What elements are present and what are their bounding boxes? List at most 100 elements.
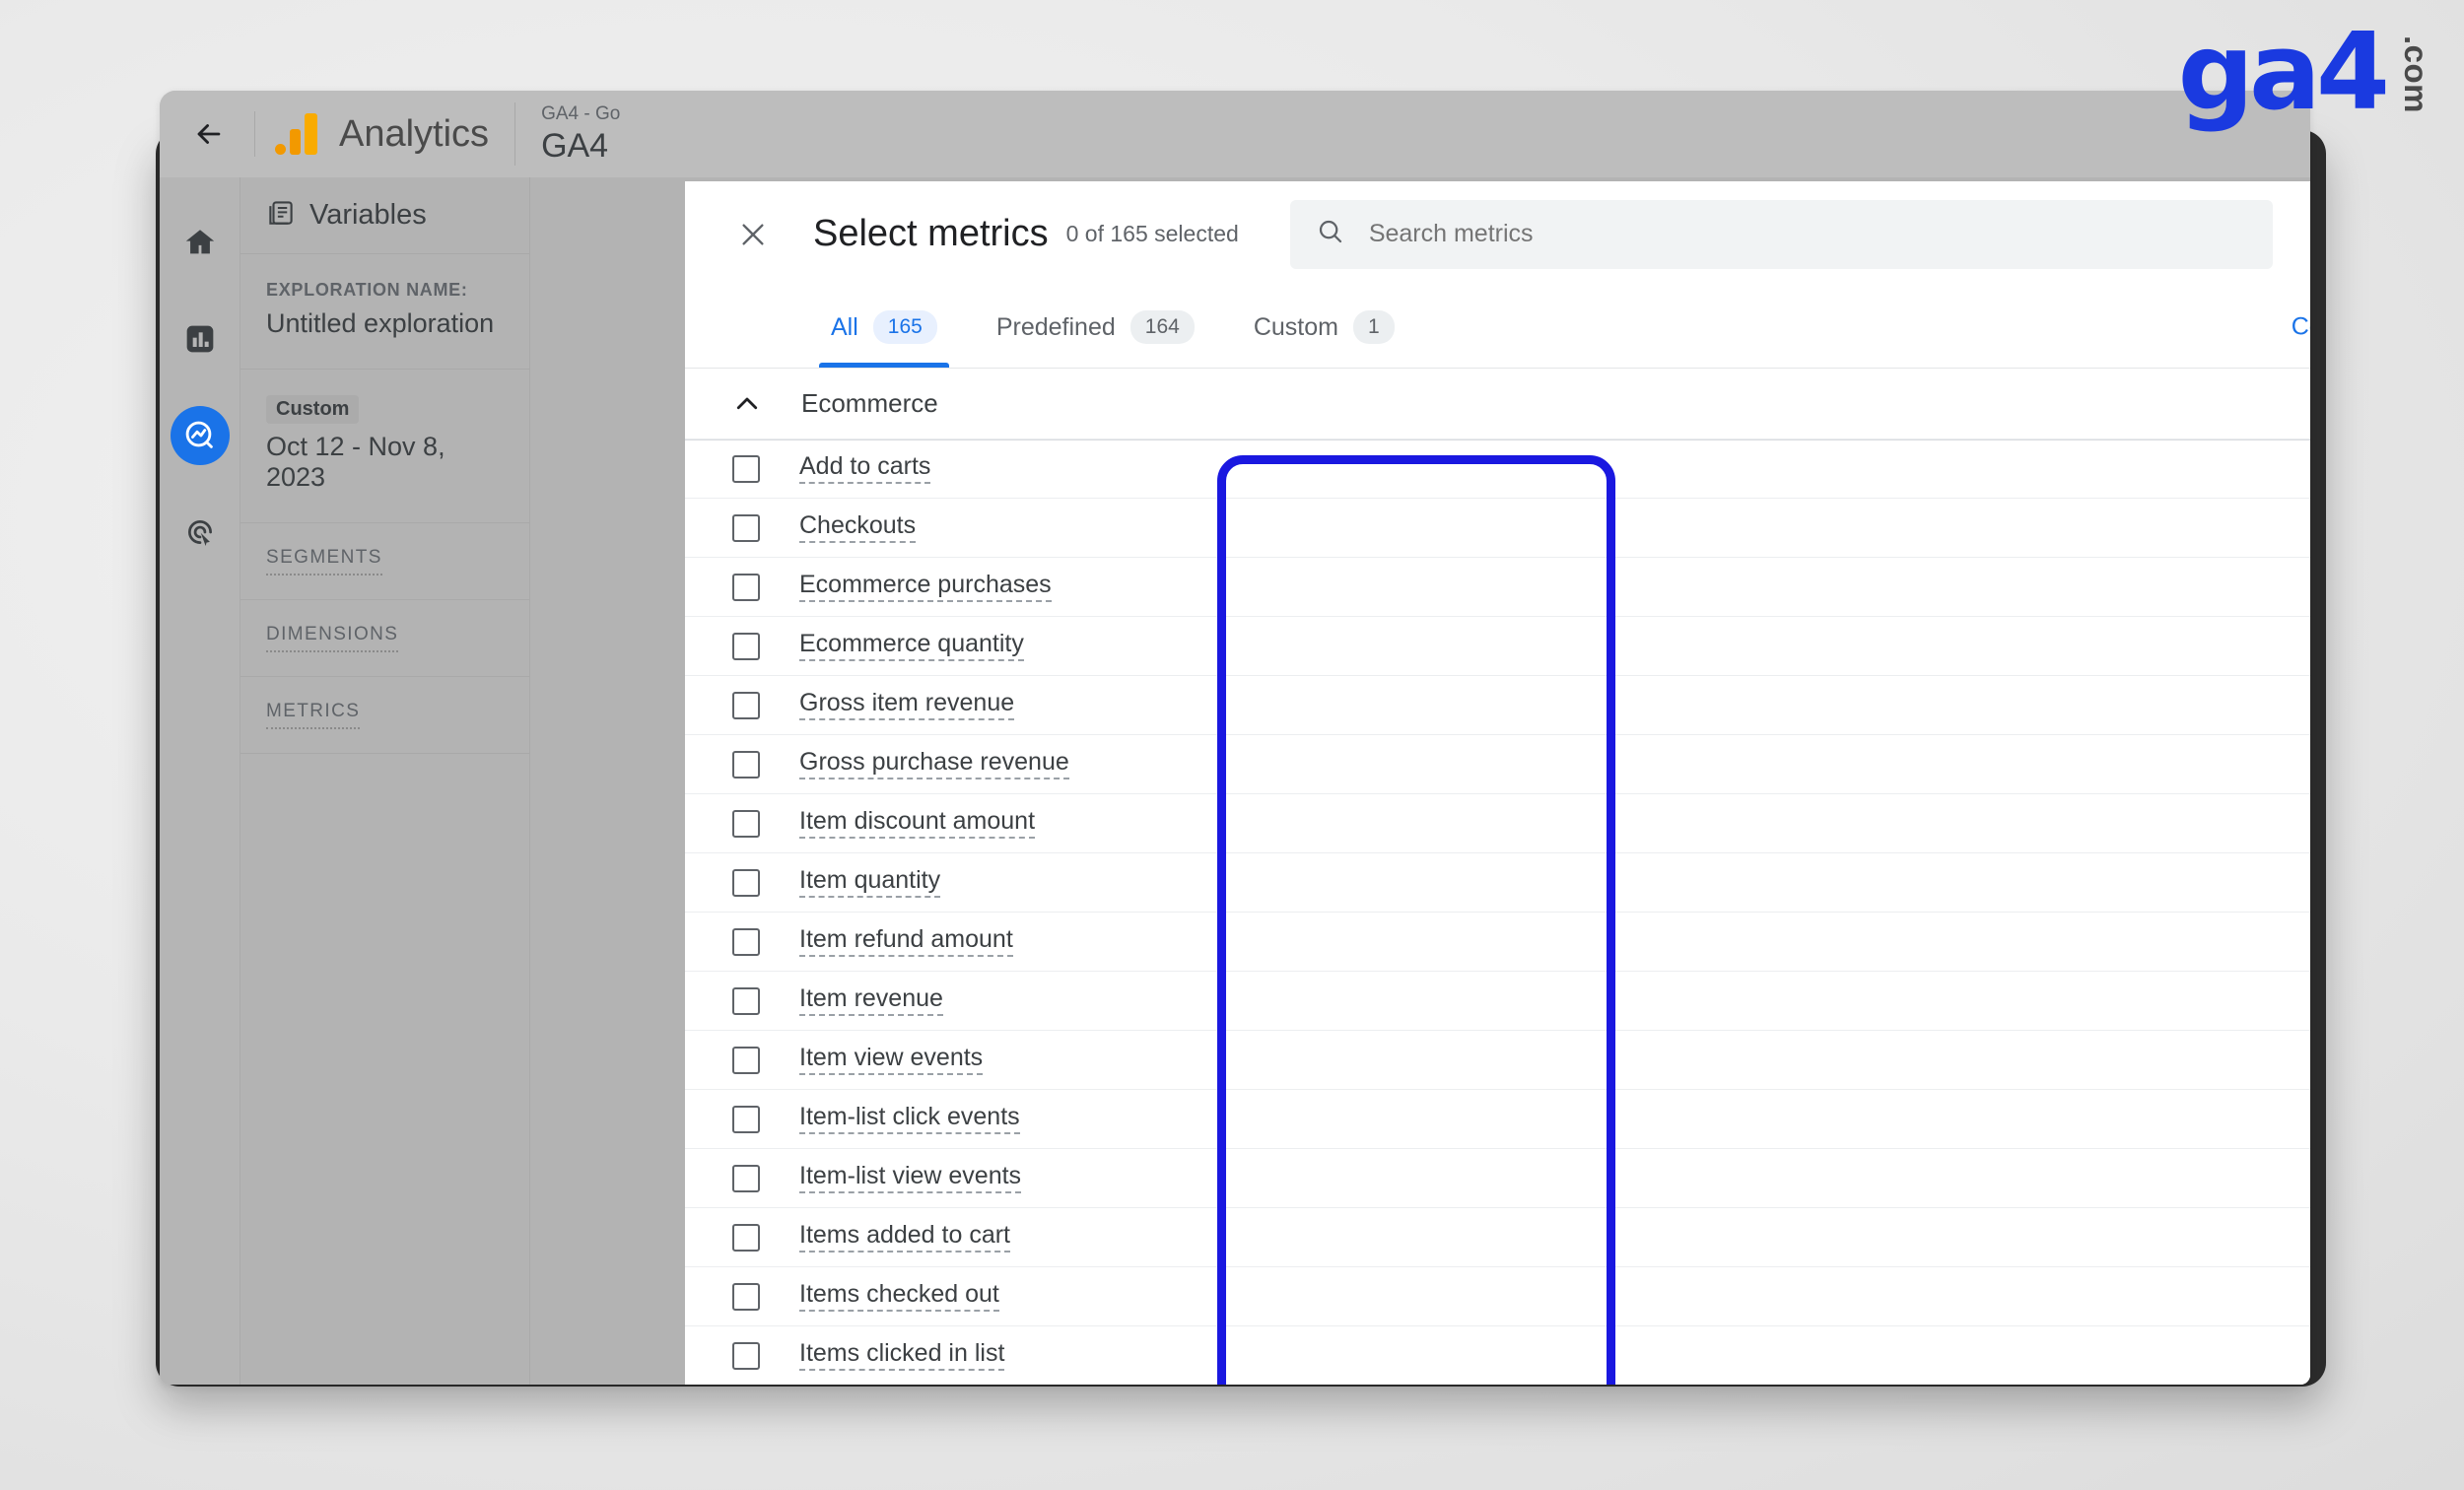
metric-label: Item-list view events [799,1163,1022,1194]
metric-row[interactable]: Item discount amount [685,794,2310,853]
tab-predefined-count: 164 [1129,309,1195,345]
segments-section[interactable]: SEGMENTS [240,523,529,600]
metric-label: Item quantity [799,867,941,899]
metric-label: Items clicked in list [799,1340,1005,1372]
property-selector[interactable]: GA4 - Go GA4 [514,102,620,166]
segments-label: SEGMENTS [266,547,382,576]
dialog-header: Select metrics 0 of 165 selected [685,181,2310,287]
dimensions-label: DIMENSIONS [266,624,399,652]
metric-label: Gross purchase revenue [799,749,1069,780]
metric-label: Ecommerce quantity [799,631,1024,662]
variables-icon [266,198,296,233]
tab-custom[interactable]: Custom 1 [1224,287,1424,368]
metric-row[interactable]: Item revenue [685,972,2310,1031]
metric-label: Add to carts [799,453,931,485]
logo-tld: .com [2398,35,2434,114]
dialog-title: Select metrics [813,213,1049,254]
metric-checkbox[interactable] [732,868,760,897]
collapse-all-link[interactable]: Collapse all [2292,313,2310,342]
metric-row[interactable]: Item quantity [685,853,2310,913]
metric-checkbox[interactable] [732,986,760,1015]
dimensions-section[interactable]: DIMENSIONS [240,600,529,677]
metric-checkbox[interactable] [732,1046,760,1074]
tab-predefined[interactable]: Predefined 164 [967,287,1224,368]
exploration-name-section[interactable]: EXPLORATION NAME: Untitled exploration [240,254,529,370]
app-title: Analytics [339,112,490,155]
google-analytics-logo [275,113,317,155]
variables-panel-label: Variables [309,199,427,231]
metrics-list: Ecommerce Add to carts Checkouts Ecommerce… [685,369,2310,1385]
tab-custom-label: Custom [1253,312,1338,341]
date-range-chip: Custom [266,395,360,424]
metric-row[interactable]: Add to carts [685,440,2310,499]
search-input[interactable] [1368,220,2247,248]
navigation-rail [160,177,240,1385]
metric-label: Item-list click events [799,1104,1020,1135]
group-header-ecommerce[interactable]: Ecommerce [685,369,2310,440]
metric-checkbox[interactable] [732,573,760,601]
close-icon[interactable] [722,204,784,265]
back-arrow-icon[interactable] [183,108,235,160]
metric-scope-tabs: All 165 Predefined 164 Custom 1 Collapse… [685,287,2310,369]
selection-count: 0 of 165 selected [1065,221,1239,246]
advertising-target-icon[interactable] [171,503,230,562]
tab-predefined-label: Predefined [995,312,1116,341]
metrics-section[interactable]: METRICS [240,677,529,754]
exploration-name-value: Untitled exploration [266,308,495,338]
metric-row[interactable]: Ecommerce purchases [685,558,2310,617]
metric-row[interactable]: Checkouts [685,499,2310,558]
metric-row[interactable]: Ecommerce quantity [685,617,2310,676]
metric-checkbox[interactable] [732,809,760,838]
group-label: Ecommerce [801,388,938,418]
logo-wordmark: ga4 [2177,11,2390,134]
date-range-value: Oct 12 - Nov 8, 2023 [266,432,445,492]
topbar-divider [254,111,255,157]
metric-checkbox[interactable] [732,1282,760,1311]
tab-all-label: All [831,312,858,341]
metric-row[interactable]: Items checked out [685,1267,2310,1326]
metric-rows: Add to carts Checkouts Ecommerce purchases… [685,440,2310,1385]
metric-label: Checkouts [799,512,917,544]
chevron-up-icon[interactable] [732,389,762,419]
app-topbar: Analytics GA4 - Go GA4 [160,91,2310,177]
metric-checkbox[interactable] [732,1105,760,1133]
metric-label: Item discount amount [799,808,1036,840]
reports-bar-chart-icon[interactable] [171,309,230,369]
search-icon [1316,217,1345,251]
metric-label: Ecommerce purchases [799,572,1052,603]
explore-icon[interactable] [170,406,230,465]
tab-all[interactable]: All 165 [801,287,967,368]
metric-row[interactable]: Item refund amount [685,913,2310,972]
property-label: GA4 - Go [541,103,621,125]
metric-checkbox[interactable] [732,1341,760,1370]
metric-checkbox[interactable] [732,454,760,483]
metric-row[interactable]: Items added to cart [685,1208,2310,1267]
date-range-section[interactable]: Custom Oct 12 - Nov 8, 2023 [240,370,529,523]
metric-checkbox[interactable] [732,750,760,779]
browser-window: Analytics GA4 - Go GA4 Variables EXPLORA… [160,91,2310,1385]
metric-checkbox[interactable] [732,1223,760,1252]
metric-row[interactable]: Item view events [685,1031,2310,1090]
tab-custom-count: 1 [1352,309,1395,345]
metric-checkbox[interactable] [732,691,760,719]
search-metrics-field[interactable] [1289,199,2273,269]
metric-row[interactable]: Gross purchase revenue [685,735,2310,794]
metric-row[interactable]: Gross item revenue [685,676,2310,735]
tab-all-count: 165 [872,309,937,345]
metric-label: Item view events [799,1045,984,1076]
metric-checkbox[interactable] [732,632,760,660]
metric-checkbox[interactable] [732,927,760,956]
metric-label: Item refund amount [799,926,1013,958]
exploration-name-caption: EXPLORATION NAME: [266,280,468,300]
metric-checkbox[interactable] [732,1164,760,1192]
metric-checkbox[interactable] [732,513,760,542]
metrics-label: METRICS [266,701,361,729]
metric-row[interactable]: Item-list view events [685,1149,2310,1208]
property-name: GA4 [541,126,609,165]
home-icon[interactable] [171,213,230,272]
metric-row[interactable]: Items clicked in list [685,1326,2310,1385]
metric-label: Items added to cart [799,1222,1011,1253]
metric-label: Item revenue [799,985,943,1017]
metric-label: Items checked out [799,1281,999,1313]
metric-row[interactable]: Item-list click events [685,1090,2310,1149]
